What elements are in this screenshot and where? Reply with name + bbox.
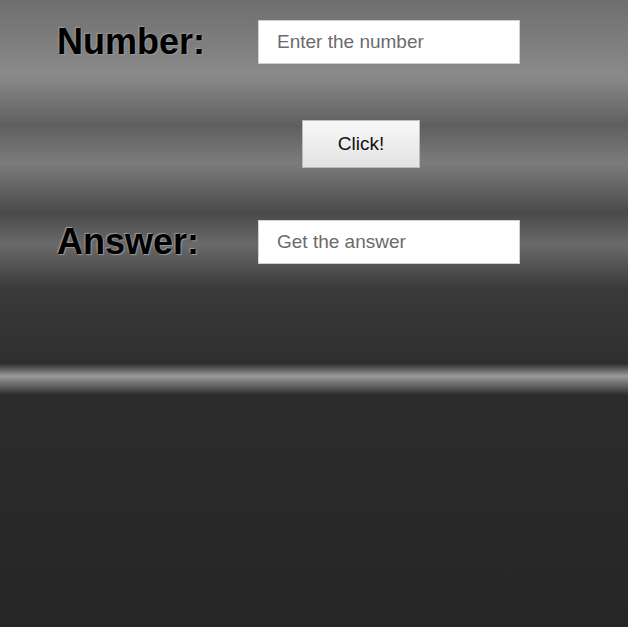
- number-row: Number:: [0, 20, 628, 64]
- button-row: Click!: [0, 120, 628, 168]
- number-label: Number:: [57, 21, 258, 63]
- answer-label: Answer:: [57, 221, 258, 263]
- answer-input[interactable]: [258, 220, 520, 264]
- number-form: Number: Click! Answer:: [0, 0, 628, 264]
- number-input[interactable]: [258, 20, 520, 64]
- answer-row: Answer:: [0, 220, 628, 264]
- background-photo: [0, 0, 628, 627]
- page: Number: Click! Answer:: [0, 0, 628, 627]
- click-button[interactable]: Click!: [302, 120, 420, 168]
